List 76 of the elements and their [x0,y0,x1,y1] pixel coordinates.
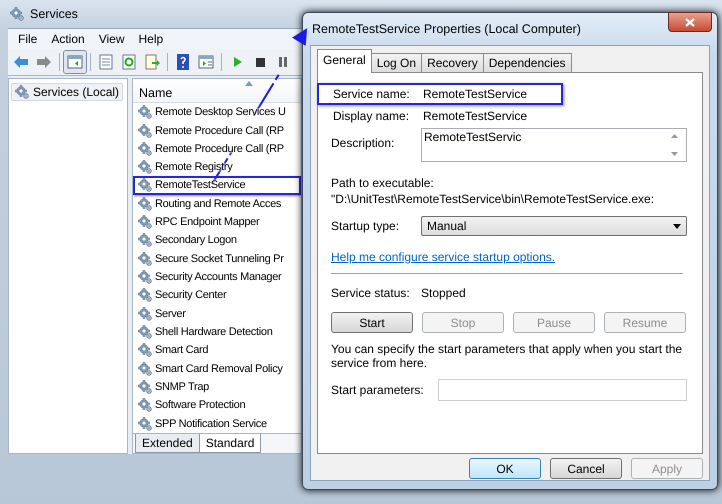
console-tree-icon[interactable] [64,51,86,73]
service-row[interactable]: Routing and Remote Acces [133,194,284,213]
service-row[interactable]: SNMP Trap [133,378,211,396]
close-icon [685,18,695,26]
tab[interactable]: General [317,49,372,73]
gear-icon [138,288,152,302]
service-row[interactable]: Security Center [133,286,228,305]
gear-icon [138,416,152,431]
gear-icon [138,233,152,248]
service-row[interactable]: RemoteTestService [133,176,301,195]
dialog-title: RemoteTestService Properties (Local Computer) [312,22,581,36]
menu-item[interactable]: Help [132,30,170,48]
view-tab[interactable]: Extended [135,434,200,453]
field-label: Service name: [333,87,411,101]
service-row[interactable]: RPC Endpoint Mapper [133,212,262,232]
startup-type-dropdown[interactable]: Manual [421,216,687,236]
menu-item[interactable]: View [92,30,130,48]
gear-icon [138,178,152,192]
service-row[interactable]: Security Accounts Manager [133,268,284,286]
menu-item[interactable]: Action [45,30,91,48]
gear-icon [138,252,152,266]
service-control-button[interactable]: Start [331,312,413,333]
dialog-button[interactable]: Cancel [550,458,622,479]
close-button[interactable] [668,12,712,32]
gear-icon [138,380,152,394]
view-tab[interactable]: Standard [198,434,262,453]
field-label: Startup type: [331,219,400,233]
column-header[interactable]: Name [133,79,301,104]
help-link[interactable]: Help me configure service startup options. [331,250,556,264]
service-row[interactable]: Secure Socket Tunneling Pr [133,250,286,268]
service-row[interactable]: Secondary Logon [133,231,239,250]
path-value: "D:\UnitTest\RemoteTestService\bin\RemoteTestService.exe: [331,191,656,207]
status-value: Stopped [421,286,466,300]
service-row[interactable]: Remote Procedure Call (RP [133,140,286,158]
service-row[interactable]: Shell Hardware Detection [133,322,275,342]
app-icon [10,7,24,21]
gear-icon [138,124,152,138]
dropdown-arrow-icon [673,224,681,228]
service-row[interactable]: Smart Card Removal Policy [133,360,285,378]
gear-icon [138,398,152,412]
gear-icon [138,306,152,321]
scroll-down-icon [671,152,678,156]
tree-item[interactable]: Services (Local) [11,83,124,101]
service-row[interactable]: Software Protection [133,396,248,415]
service-row[interactable]: Smart Card [133,341,210,360]
start-parameters-field[interactable] [438,379,687,401]
scroll-up-icon [671,134,678,138]
gear-icon [138,215,152,230]
field-label: Path to executable: [331,175,435,191]
service-row[interactable]: SPP Notification Service [133,414,269,433]
tab[interactable]: Dependencies [482,53,572,72]
note-text: You can specify the start parameters that apply when you start the service from here. [331,342,684,370]
tab[interactable]: Recovery [421,53,484,72]
gear-icon [138,325,152,340]
gear-icon [138,270,152,284]
field-value: RemoteTestService [423,109,528,123]
gear-icon [138,142,152,156]
service-row[interactable]: Server [133,304,188,323]
field-value: RemoteTestService [423,87,528,101]
gear-icon [138,196,152,211]
field-label: Service status: [331,286,411,300]
field-label: Start parameters: [331,383,425,397]
gear-icon [138,105,152,120]
sort-icon [245,81,253,86]
description-field[interactable]: RemoteTestServic [421,128,687,162]
field-label: Display name: [333,109,410,123]
gear-icon [138,160,152,174]
service-row[interactable]: Remote Procedure Call (RP [133,121,286,140]
dialog-button[interactable]: OK [469,458,541,479]
window-title: Services [30,7,78,21]
gear-icon [138,362,152,376]
field-label: Description: [331,135,396,152]
gear-icon [138,343,152,358]
tab[interactable]: Log On [370,53,422,72]
menu-item[interactable]: File [12,30,44,48]
gear-icon [15,85,29,99]
